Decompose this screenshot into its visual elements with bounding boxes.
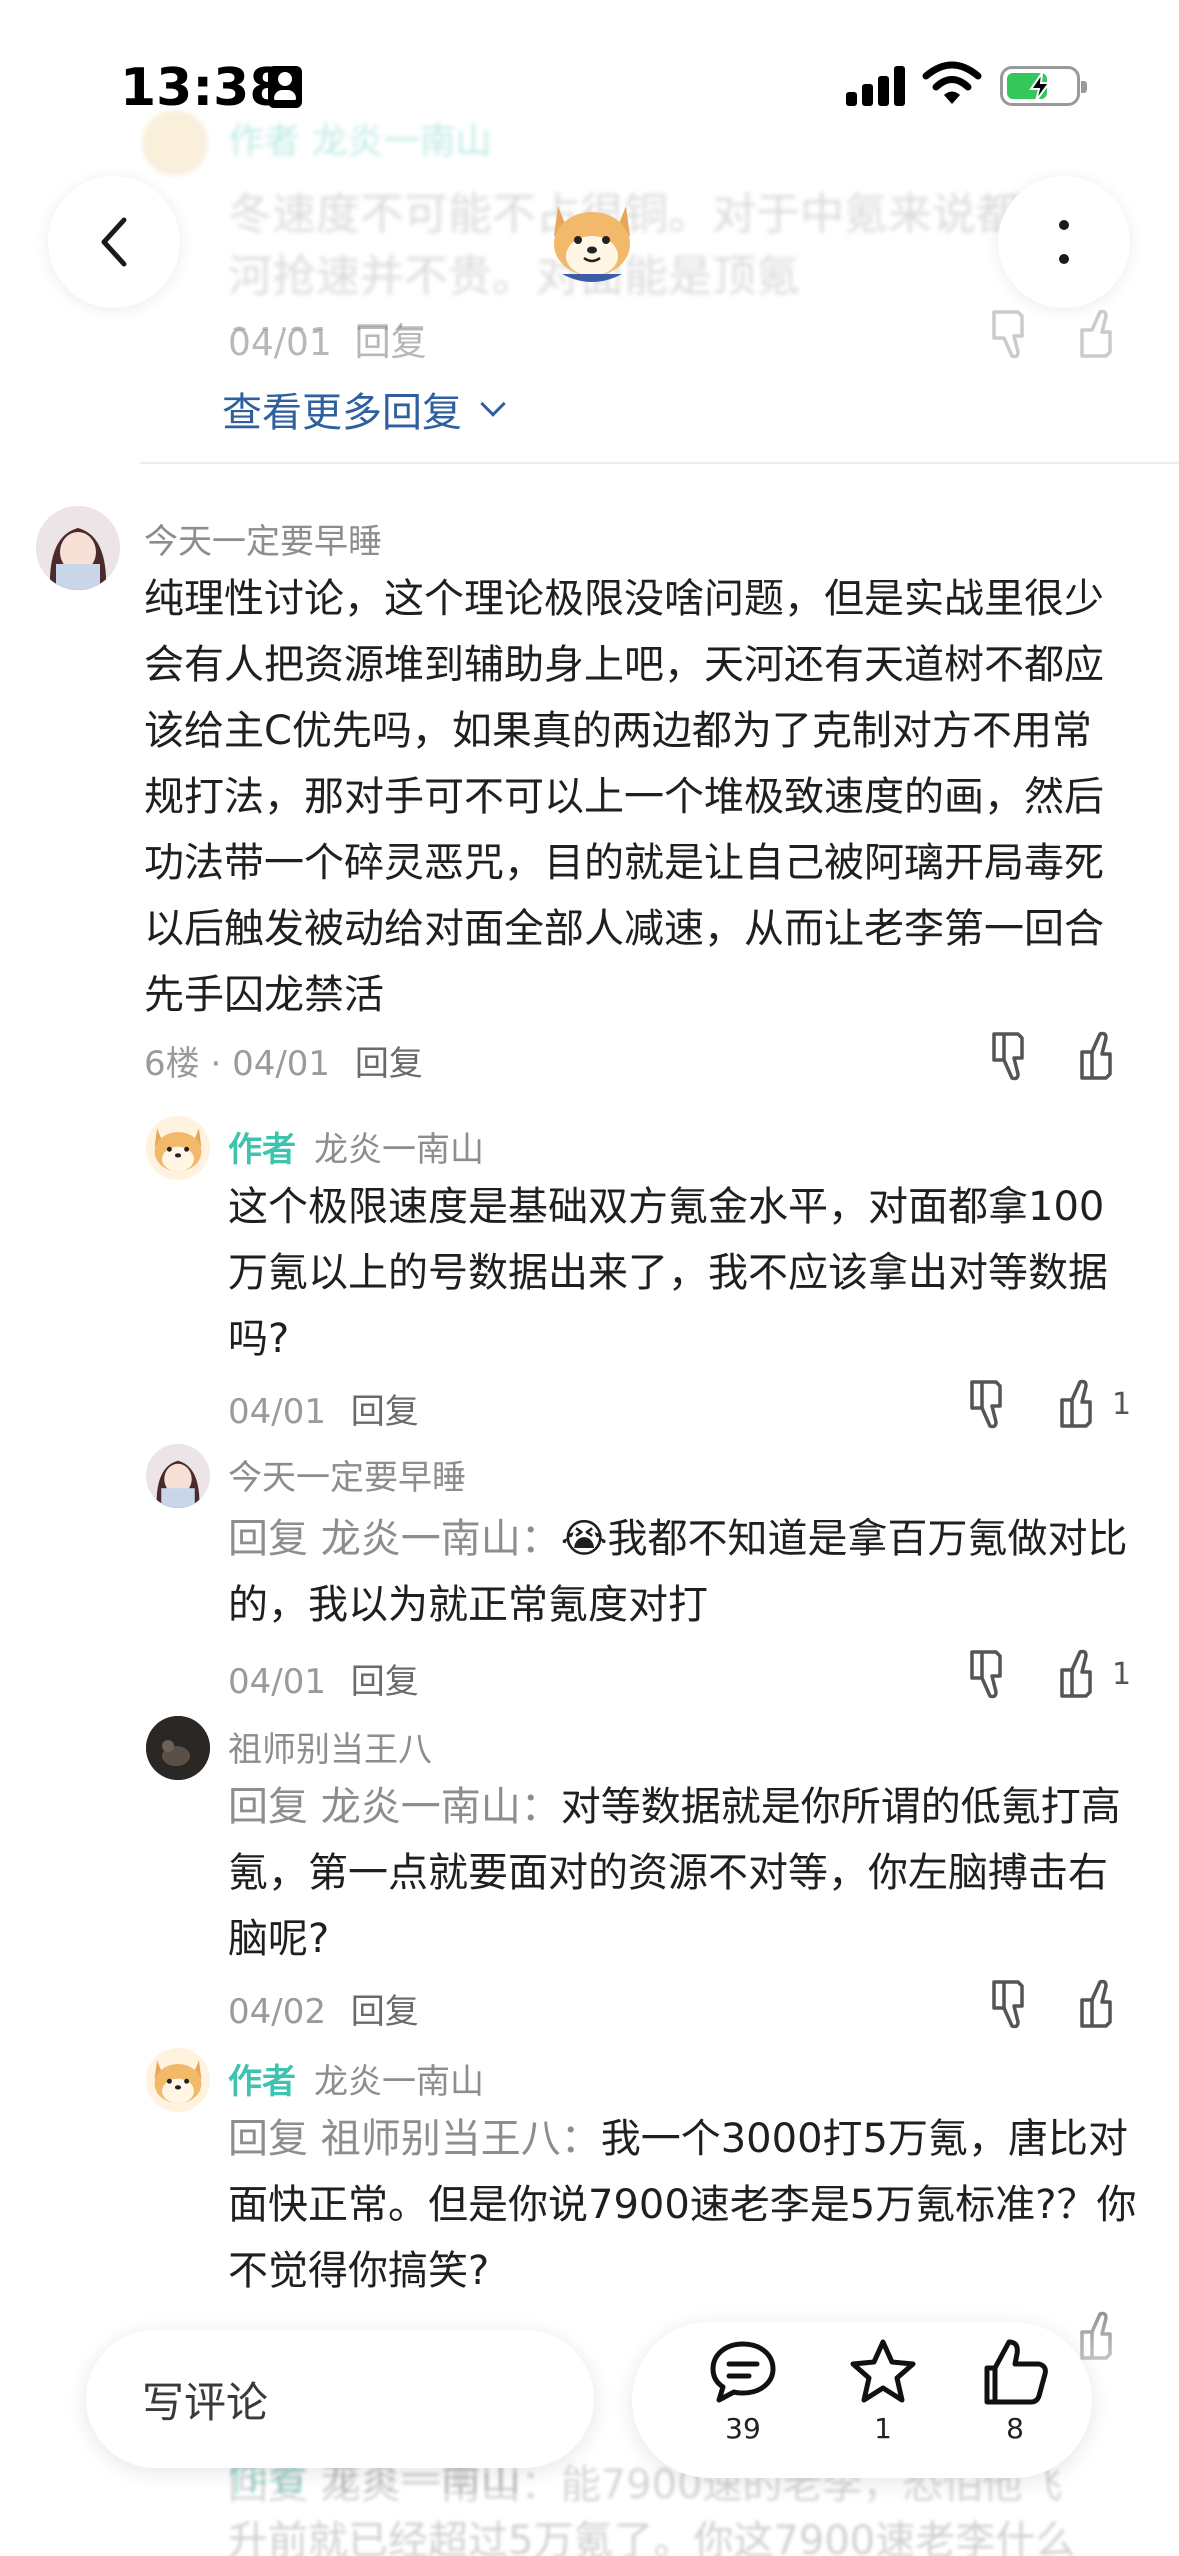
reply-button[interactable]: 回复 xyxy=(351,1992,419,2032)
reply-to-prefix: 回复 祖师别当王八： xyxy=(228,2116,601,2162)
thumbs-up-icon xyxy=(984,2339,1048,2405)
like-button[interactable]: 1 xyxy=(1056,1374,1131,1434)
like-post-button[interactable]: 8 xyxy=(960,2336,1070,2466)
speech-bubble-icon xyxy=(710,2341,776,2403)
comment-button[interactable]: 39 xyxy=(688,2336,798,2466)
reply-to-prefix: 回复 龙炎一南山： xyxy=(228,1516,561,1562)
write-comment-placeholder: 写评论 xyxy=(142,2377,269,2427)
thumbs-down-icon[interactable] xyxy=(988,304,1040,364)
action-bar: 39 1 8 xyxy=(632,2322,1092,2478)
charging-bolt-icon xyxy=(1029,72,1051,102)
reply-username[interactable]: 祖师别当王八 xyxy=(228,1722,432,1771)
reply-meta: 04/01 回复 xyxy=(228,1384,419,1433)
thumbs-down-icon[interactable] xyxy=(966,1644,1018,1704)
reply-text: 这个极限速度是基础双方氪金水平，对面都拿100万氪以上的号数据出来了，我不应该拿… xyxy=(228,1184,1108,1362)
ghost-line: 河抢速并不贵。对面能是顶氪 xyxy=(228,251,800,302)
crying-emoji: 😭 xyxy=(560,1516,608,1562)
shiba-dog-avatar-icon xyxy=(146,2048,210,2112)
view-more-replies-link[interactable]: 查看更多回复 xyxy=(222,380,506,438)
wifi-icon xyxy=(922,61,982,104)
chevron-down-icon xyxy=(480,391,506,417)
thumbs-down-icon[interactable] xyxy=(966,1374,1018,1434)
reply-to-prefix: 回复 龙炎一南山： xyxy=(228,1784,561,1830)
battery-icon xyxy=(1000,66,1087,106)
like-count: 1 xyxy=(1112,1386,1132,1422)
reply-date: 04/01 xyxy=(228,1392,326,1432)
reply-text: 回复 祖师别当王八：我一个3000打5万氪，唐比对面快正常。但是你说7900速老… xyxy=(228,2106,1138,2304)
reply-meta: 04/02 回复 xyxy=(228,1984,419,2033)
reply-button[interactable]: 回复 xyxy=(351,1662,419,1702)
divider xyxy=(140,462,1179,464)
like-button[interactable]: 1 xyxy=(1056,1644,1131,1704)
favorite-button[interactable]: 1 xyxy=(828,2336,938,2466)
reply-username[interactable]: 今天一定要早睡 xyxy=(228,1450,466,1499)
thumbs-down-icon[interactable] xyxy=(988,1026,1040,1086)
star-icon xyxy=(850,2339,916,2403)
reply-button[interactable]: 回复 xyxy=(355,1044,423,1084)
shiba-dog-avatar-icon xyxy=(146,1116,210,1180)
author-avatar-shiba[interactable] xyxy=(540,186,644,290)
write-comment-input[interactable]: 写评论 xyxy=(86,2330,594,2468)
reply-meta: 04/01 回复 xyxy=(228,1654,419,1703)
comment-username[interactable]: 今天一定要早睡 xyxy=(144,514,382,563)
reply-username-text[interactable]: 龙炎一南山 xyxy=(314,2062,484,2102)
thumbs-up-icon[interactable] xyxy=(1076,304,1128,364)
reply-username: 作者 龙炎一南山 xyxy=(228,1122,484,1171)
vertical-ellipsis-icon xyxy=(1059,220,1069,264)
ghost-bottom-line2: 升前就已经超过5万氪了。你这7900速老李什么 xyxy=(228,2518,1076,2556)
reply-button[interactable]: 回复 xyxy=(351,1392,419,1432)
author-badge: 作者 xyxy=(228,1130,296,1170)
reply-username: 作者 龙炎一南山 xyxy=(228,2054,484,2103)
comment-text: 纯理性讨论，这个理论极限没啥问题，但是实战里很少会有人把资源堆到辅助身上吧，天河… xyxy=(144,576,1104,1018)
favorite-count: 1 xyxy=(874,2412,892,2445)
avatar[interactable] xyxy=(146,1444,210,1508)
thumbs-up-icon[interactable] xyxy=(1076,1026,1128,1086)
thumbs-down-icon[interactable] xyxy=(988,1974,1040,2034)
avatar[interactable] xyxy=(146,2048,210,2112)
cellular-signal-icon xyxy=(846,66,906,106)
author-badge: 作者 xyxy=(228,2062,296,2102)
more-options-button[interactable] xyxy=(998,176,1130,308)
comment-floor: 6楼 xyxy=(144,1044,200,1084)
like-count: 1 xyxy=(1112,1656,1132,1692)
dark-photo-avatar-icon xyxy=(146,1716,210,1780)
thumbs-up-icon xyxy=(1060,1649,1092,1698)
thumbs-up-icon xyxy=(1060,1379,1092,1428)
view-more-replies-label: 查看更多回复 xyxy=(222,390,462,436)
avatar[interactable] xyxy=(146,1116,210,1180)
thumbs-up-icon[interactable] xyxy=(1076,1974,1128,2034)
reply-date: 04/02 xyxy=(228,1992,326,2032)
back-button[interactable] xyxy=(48,176,180,308)
reply-text: 回复 龙炎一南山：对等数据就是你所谓的低氪打高氪，第一点就要面对的资源不对等，你… xyxy=(228,1774,1138,1972)
comment-date: 04/01 xyxy=(232,1044,331,1084)
anime-girl-avatar-icon xyxy=(146,1444,210,1508)
shiba-dog-avatar-icon xyxy=(554,206,630,282)
anime-girl-avatar-icon xyxy=(36,506,120,590)
comment-count: 39 xyxy=(725,2412,761,2445)
avatar[interactable] xyxy=(146,1716,210,1780)
comment-meta: 6楼 · 04/01 回复 xyxy=(144,1044,423,1084)
focus-person-icon xyxy=(268,66,302,108)
reply-username-text[interactable]: 龙炎一南山 xyxy=(314,1130,484,1170)
status-bar: 13:38 xyxy=(0,0,1179,150)
ghost-meta-date: 04/01 回复 xyxy=(228,323,427,364)
reply-date: 04/01 xyxy=(228,1662,326,1702)
reply-text: 回复 龙炎一南山：😭我都不知道是拿百万氪做对比的，我以为就正常氪度对打 xyxy=(228,1506,1138,1638)
avatar[interactable] xyxy=(36,506,120,590)
status-time: 13:38 xyxy=(120,58,286,118)
chevron-left-icon xyxy=(101,217,127,267)
like-post-count: 8 xyxy=(1006,2412,1024,2445)
